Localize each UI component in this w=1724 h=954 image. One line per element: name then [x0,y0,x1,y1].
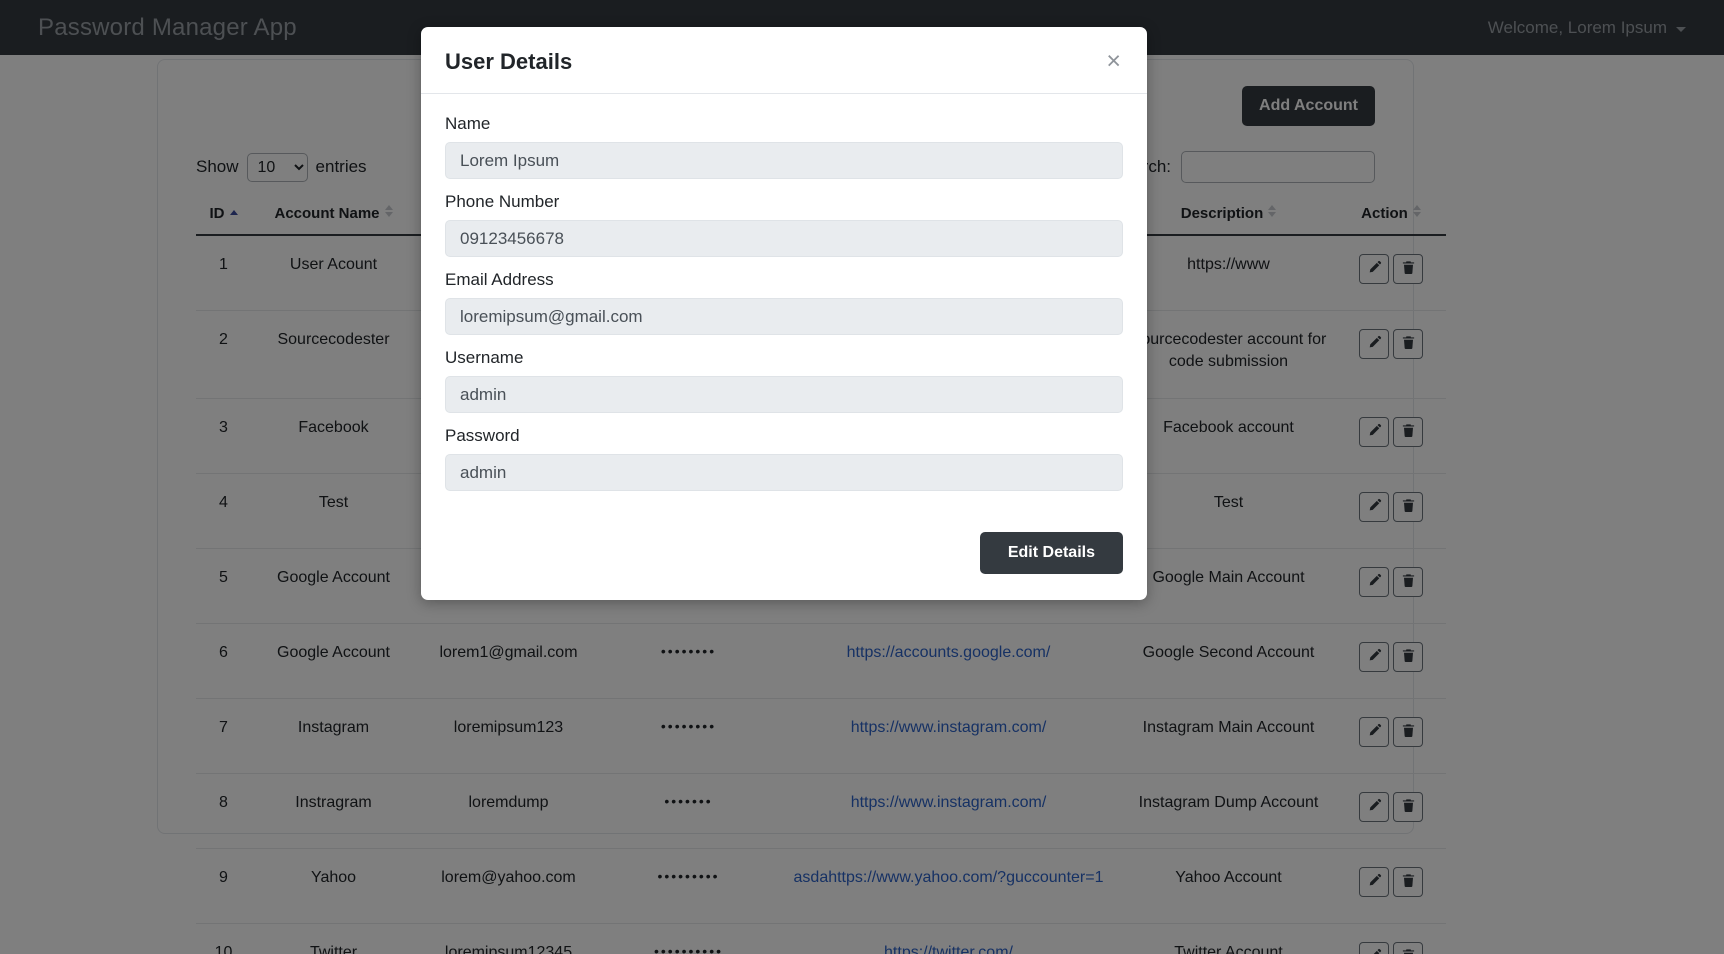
modal-header: User Details × [421,27,1147,94]
form-group-password: Password [445,426,1123,491]
close-icon[interactable]: × [1104,49,1123,74]
username-field[interactable] [445,376,1123,413]
form-group-phone-number: Phone Number [445,192,1123,257]
label-phone-number: Phone Number [445,192,560,211]
form-group-username: Username [445,348,1123,413]
edit-details-button[interactable]: Edit Details [979,532,1123,574]
form-group-name: Name [445,114,1123,179]
name-field[interactable] [445,142,1123,179]
label-name: Name [445,114,491,133]
label-password: Password [445,426,520,445]
email-address-field[interactable] [445,298,1123,335]
modal-body: Name Phone Number Email Address Username Pas… [421,94,1147,518]
label-email-address: Email Address [445,270,554,289]
phone-number-field[interactable] [445,220,1123,257]
modal-actions: Edit Details [421,518,1147,600]
modal-title: User Details [445,49,573,74]
app-root: Password Manager App Welcome, Lorem Ipsu… [0,0,1724,954]
user-details-modal: User Details × Name Phone Number Email Add… [421,27,1147,600]
label-username: Username [445,348,524,367]
form-group-email-address: Email Address [445,270,1123,335]
password-field[interactable] [445,454,1123,491]
